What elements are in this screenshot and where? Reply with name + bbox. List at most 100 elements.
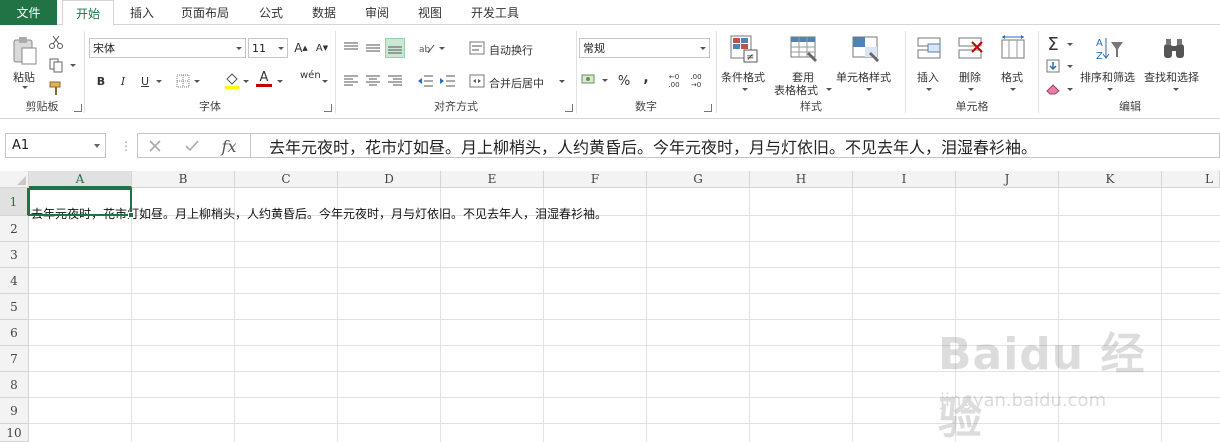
merge-center-label[interactable]: 合并后居中: [489, 75, 544, 91]
orientation-icon[interactable]: ab: [417, 38, 437, 58]
alignment-launcher-icon[interactable]: [565, 104, 573, 112]
row-header-2[interactable]: 2: [0, 216, 29, 242]
tab-data[interactable]: 数据: [303, 0, 345, 25]
enter-icon[interactable]: [182, 138, 202, 154]
column-header-g[interactable]: G: [647, 171, 750, 188]
insert-cells-icon[interactable]: [913, 33, 945, 65]
number-launcher-icon[interactable]: [704, 104, 712, 112]
format-as-table-dropdown-icon[interactable]: [826, 88, 832, 91]
column-header-h[interactable]: H: [750, 171, 853, 188]
cell-styles-icon[interactable]: [850, 33, 882, 65]
row-header-6[interactable]: 6: [0, 320, 29, 346]
font-size-select[interactable]: 11: [248, 38, 288, 58]
sort-filter-label[interactable]: 排序和筛选: [1080, 69, 1135, 85]
cell-styles-label[interactable]: 单元格样式: [836, 69, 891, 85]
find-select-label[interactable]: 查找和选择: [1144, 69, 1199, 85]
format-cells-label[interactable]: 格式: [1001, 69, 1023, 85]
row-header-7[interactable]: 7: [0, 346, 29, 372]
tab-insert[interactable]: 插入: [120, 0, 164, 25]
shrink-font-button[interactable]: A ▼: [312, 38, 332, 58]
align-middle-icon[interactable]: [363, 38, 383, 58]
format-painter-icon[interactable]: [47, 79, 65, 97]
cell-styles-dropdown-icon[interactable]: [866, 88, 872, 91]
sort-filter-icon[interactable]: AZ: [1094, 33, 1126, 65]
accounting-format-icon[interactable]: [580, 70, 600, 90]
column-header-f[interactable]: F: [544, 171, 647, 188]
column-header-l[interactable]: L: [1162, 171, 1220, 188]
fill-dropdown-icon[interactable]: [1067, 65, 1073, 68]
active-cell-a1[interactable]: [28, 188, 132, 216]
clipboard-launcher-icon[interactable]: [74, 104, 82, 112]
cancel-icon[interactable]: [146, 138, 164, 154]
row-header-1[interactable]: 1: [0, 188, 29, 216]
italic-button[interactable]: I: [113, 71, 133, 91]
align-bottom-icon[interactable]: [385, 38, 405, 58]
wrap-text-label[interactable]: 自动换行: [489, 42, 533, 58]
autosum-dropdown-icon[interactable]: [1067, 43, 1073, 46]
fill-color-dropdown-icon[interactable]: [243, 80, 249, 83]
row-header-5[interactable]: 5: [0, 294, 29, 320]
tab-formulas[interactable]: 公式: [250, 0, 292, 25]
column-header-b[interactable]: B: [132, 171, 235, 188]
insert-cells-dropdown-icon[interactable]: [926, 88, 932, 91]
conditional-formatting-icon[interactable]: ≠: [728, 33, 760, 65]
column-header-e[interactable]: E: [441, 171, 544, 188]
percent-button[interactable]: %: [614, 71, 634, 91]
delete-cells-label[interactable]: 删除: [959, 69, 981, 85]
cut-icon[interactable]: [47, 33, 65, 51]
tab-developer[interactable]: 开发工具: [462, 0, 528, 25]
font-launcher-icon[interactable]: [324, 104, 332, 112]
row-header-4[interactable]: 4: [0, 268, 29, 294]
merge-dropdown-icon[interactable]: [559, 80, 565, 83]
column-header-i[interactable]: I: [853, 171, 956, 188]
paste-icon[interactable]: [10, 35, 40, 67]
paste-dropdown-icon[interactable]: [22, 86, 28, 89]
insert-function-button[interactable]: fx: [218, 136, 240, 156]
copy-dropdown-icon[interactable]: [70, 64, 76, 67]
row-header-9[interactable]: 9: [0, 398, 29, 424]
row-header-3[interactable]: 3: [0, 242, 29, 268]
clear-icon[interactable]: [1044, 80, 1062, 98]
fill-icon[interactable]: [1044, 57, 1062, 75]
align-right-icon[interactable]: [385, 71, 405, 91]
column-header-c[interactable]: C: [235, 171, 338, 188]
bold-button[interactable]: B: [91, 71, 111, 91]
conditional-formatting-label[interactable]: 条件格式: [721, 69, 765, 85]
underline-dropdown-icon[interactable]: [156, 80, 162, 83]
select-all-button[interactable]: [0, 171, 29, 188]
delete-cells-dropdown-icon[interactable]: [968, 88, 974, 91]
conditional-formatting-dropdown-icon[interactable]: [742, 88, 748, 91]
find-select-dropdown-icon[interactable]: [1173, 88, 1179, 91]
column-header-d[interactable]: D: [338, 171, 441, 188]
paste-label[interactable]: 粘贴: [13, 69, 35, 85]
formula-bar-resize-icon[interactable]: ⋮: [120, 139, 132, 153]
increase-decimal-button[interactable]: ←0.00: [664, 71, 684, 91]
accounting-dropdown-icon[interactable]: [602, 79, 608, 82]
tab-file[interactable]: 文件: [0, 0, 57, 25]
tab-review[interactable]: 审阅: [356, 0, 398, 25]
font-name-select[interactable]: 宋体: [89, 38, 246, 58]
copy-icon[interactable]: [47, 56, 65, 74]
borders-icon[interactable]: [174, 72, 192, 90]
format-cells-icon[interactable]: [997, 33, 1029, 65]
sort-filter-dropdown-icon[interactable]: [1107, 88, 1113, 91]
phonetic-button[interactable]: wén: [300, 70, 321, 81]
find-select-icon[interactable]: [1158, 33, 1190, 65]
format-as-table-icon[interactable]: [788, 33, 820, 65]
tab-page-layout[interactable]: 页面布局: [172, 0, 238, 25]
format-as-table-label-2[interactable]: 表格格式: [774, 82, 818, 98]
underline-button[interactable]: U: [135, 71, 155, 91]
tab-home[interactable]: 开始: [62, 0, 114, 26]
align-top-icon[interactable]: [341, 38, 361, 58]
orientation-dropdown-icon[interactable]: [439, 47, 445, 50]
format-cells-dropdown-icon[interactable]: [1010, 88, 1016, 91]
align-center-icon[interactable]: [363, 71, 383, 91]
font-color-dropdown-icon[interactable]: [277, 80, 283, 83]
delete-cells-icon[interactable]: [955, 33, 987, 65]
comma-button[interactable]: ,: [636, 68, 656, 88]
wrap-text-icon[interactable]: [467, 38, 487, 58]
row-header-10[interactable]: 10: [0, 424, 29, 442]
grow-font-button[interactable]: A ▲: [291, 38, 311, 58]
phonetic-dropdown-icon[interactable]: [322, 80, 328, 83]
name-box[interactable]: A1: [5, 133, 106, 158]
